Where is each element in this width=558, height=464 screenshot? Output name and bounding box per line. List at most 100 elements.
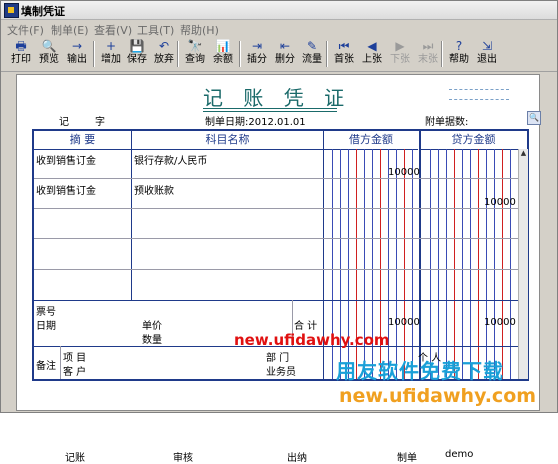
digit-line	[486, 149, 487, 379]
toolbar-button-query[interactable]: 🔭 查询	[181, 38, 209, 70]
toolbar-button-undo[interactable]: ↶ 放弃	[150, 38, 178, 70]
toolbar-button-save[interactable]: 💾 保存	[123, 38, 151, 70]
save-icon: 💾	[129, 39, 145, 53]
voucher-type[interactable]: 记	[59, 113, 69, 128]
total-label: 合 计	[294, 321, 318, 332]
export-icon: →	[71, 39, 83, 53]
window-title: 填制凭证	[21, 5, 65, 18]
voucher-word: 字	[95, 117, 105, 128]
toolbar-button-printer[interactable]: 🖶 打印	[7, 38, 35, 70]
toolbar-label: 查询	[185, 54, 205, 65]
help-icon: ?	[455, 39, 463, 53]
toolbar-separator	[93, 41, 95, 67]
toolbar-label: 上张	[362, 54, 382, 65]
undo-icon: ↶	[158, 39, 170, 53]
project-label: 项 目	[63, 353, 87, 364]
toolbar-button-exit[interactable]: ⇲ 退出	[473, 38, 501, 70]
row-account[interactable]: 预收账款	[134, 182, 174, 197]
date-label: 日期	[36, 321, 56, 332]
header-account: 科目名称	[132, 131, 323, 150]
row-account[interactable]: 银行存款/人民币	[134, 152, 207, 167]
toolbar-label: 流量	[302, 54, 322, 65]
row-summary[interactable]: 收到销售订金	[36, 182, 96, 197]
watermark-url: new.ufidawhy.com	[234, 331, 390, 349]
toolbar-separator	[239, 41, 241, 67]
row-divider	[34, 178, 518, 179]
toolbar-label: 帮助	[449, 54, 469, 65]
toolbar-label: 末张	[418, 54, 438, 65]
watermark-url-bottom: new.ufidawhy.com	[339, 385, 537, 407]
maker-name: demo	[445, 449, 474, 460]
remark-divider	[60, 346, 61, 379]
toolbar-button-balance[interactable]: 📊 余额	[209, 38, 237, 70]
toolbar-button-add[interactable]: + 增加	[97, 38, 125, 70]
toolbar-label: 退出	[477, 54, 497, 65]
voucher-no-box[interactable]	[449, 99, 509, 100]
digit-line	[478, 149, 479, 379]
toolbar-button-help[interactable]: ? 帮助	[445, 38, 473, 70]
title-underline	[203, 108, 337, 109]
digit-line	[462, 149, 463, 379]
bookkeeping-label: 记账	[65, 453, 85, 464]
toolbar-label: 保存	[127, 54, 147, 65]
price-label: 单价	[142, 321, 162, 332]
next-icon: ▶	[395, 39, 405, 53]
scroll-up-icon[interactable]: ▲	[519, 149, 528, 158]
voucher-date[interactable]: 制单日期:2012.01.01	[205, 113, 306, 128]
digit-line	[412, 149, 413, 379]
toolbar-button-insert-entry[interactable]: ⇥ 插分	[243, 38, 271, 70]
row-divider	[34, 300, 518, 301]
toolbar-label: 输出	[67, 54, 87, 65]
toolbar-button-last[interactable]: ⏭ 末张	[414, 38, 442, 70]
toolbar-button-next[interactable]: ▶ 下张	[386, 38, 414, 70]
voucher-title: 记 账 凭 证	[203, 86, 352, 110]
toolbar-button-delete-entry[interactable]: ⇤ 删分	[271, 38, 299, 70]
attach-count-label[interactable]: 附单据数:	[425, 113, 468, 128]
title-underline	[203, 111, 337, 112]
query-icon: 🔭	[187, 39, 203, 53]
prev-icon: ◀	[367, 39, 377, 53]
toolbar-button-cashflow[interactable]: ✎ 流量	[298, 38, 326, 70]
toolbar: 🖶 打印 🔍 预览 → 输出 + 增加 💾 保存 ↶ 放弃 🔭 查询 📊 余额 ⇥ 插分 ⇤ 删分 ✎ 流量 ⏮ 首张 ◀ 上张 ▶…	[1, 37, 557, 72]
digit-line	[404, 149, 405, 379]
first-icon: ⏮	[338, 39, 350, 53]
digit-line	[454, 149, 455, 379]
header-debit: 借方金额	[324, 131, 418, 150]
menu-help[interactable]: 帮助(H)	[180, 22, 219, 38]
voucher-no-box[interactable]	[449, 89, 509, 90]
digit-line	[510, 149, 511, 379]
menu-tools[interactable]: 工具(T)	[137, 22, 174, 38]
digit-line	[470, 149, 471, 379]
lookup-icon[interactable]: 🔍	[527, 111, 541, 125]
toolbar-button-export[interactable]: → 输出	[63, 38, 91, 70]
balance-icon: 📊	[215, 39, 231, 53]
app-icon	[4, 3, 19, 18]
remark-label: 备注	[36, 361, 56, 372]
digit-line	[396, 149, 397, 379]
dept-label: 部 门	[266, 353, 290, 364]
toolbar-label: 下张	[390, 54, 410, 65]
row-credit[interactable]: 10000	[484, 197, 516, 208]
delete-entry-icon: ⇤	[279, 39, 291, 53]
row-summary[interactable]: 收到销售订金	[36, 152, 96, 167]
row-divider	[34, 238, 518, 239]
toolbar-button-prev[interactable]: ◀ 上张	[358, 38, 386, 70]
vertical-scrollbar[interactable]: ▲	[518, 149, 528, 379]
menu-bar: 文件(F) 制单(E) 查看(V) 工具(T) 帮助(H)	[1, 20, 557, 38]
toolbar-button-preview[interactable]: 🔍 预览	[35, 38, 63, 70]
toolbar-label: 删分	[275, 54, 295, 65]
menu-edit[interactable]: 制单(E)	[51, 22, 89, 38]
menu-view[interactable]: 查看(V)	[94, 22, 132, 38]
header-summary: 摘 要	[34, 131, 131, 150]
toolbar-button-first[interactable]: ⏮ 首张	[330, 38, 358, 70]
credit-total: 10000	[484, 317, 516, 328]
toolbar-label: 增加	[101, 54, 121, 65]
menu-file[interactable]: 文件(F)	[7, 22, 44, 38]
digit-line	[494, 149, 495, 379]
debit-total: 10000	[388, 317, 420, 328]
digit-line	[438, 149, 439, 379]
toolbar-label: 放弃	[154, 54, 174, 65]
row-debit[interactable]: 10000	[388, 167, 420, 178]
digit-line	[430, 149, 431, 379]
row-divider	[34, 208, 518, 209]
